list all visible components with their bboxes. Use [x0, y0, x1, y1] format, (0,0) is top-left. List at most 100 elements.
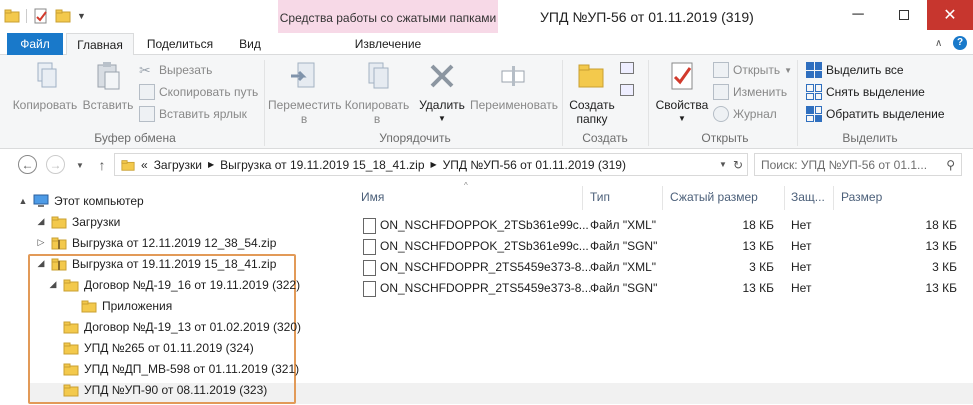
expand-arrow-icon[interactable]: ▷	[36, 237, 46, 248]
paste-shortcut-button[interactable]: Вставить ярлык	[139, 105, 247, 123]
copy-button[interactable]: Копировать	[10, 60, 80, 112]
address-dropdown-icon[interactable]: ▼	[719, 160, 727, 169]
history-button[interactable]: Журнал	[713, 105, 777, 123]
file-row[interactable]: ON_NSCHFDOPPOK_2TSb361e99c... Файл "XML" 1…	[355, 215, 973, 236]
qat-dropdown-icon[interactable]: ▼	[77, 11, 86, 21]
maximize-button[interactable]	[881, 0, 927, 30]
new-folder-button[interactable]: Создать папку	[564, 60, 620, 126]
back-button[interactable]: ←	[18, 155, 37, 174]
file-name: ON_NSCHFDOPPR_2TS5459e373-8...	[363, 281, 591, 297]
recent-locations-icon[interactable]: ▼	[70, 155, 90, 175]
copy-label: Копировать	[12, 98, 78, 112]
properties-icon[interactable]	[33, 8, 49, 24]
collapse-ribbon-icon[interactable]: ∧	[935, 38, 942, 49]
tab-extract[interactable]: Извлечение	[278, 33, 498, 56]
column-divider[interactable]	[833, 186, 834, 210]
address-overflow[interactable]: «	[141, 158, 148, 172]
copy-to-icon	[368, 62, 389, 89]
breadcrumb-zip[interactable]: Выгрузка от 19.11.2019 15_18_41.zip	[220, 158, 424, 172]
tab-file[interactable]: Файл	[7, 33, 63, 56]
invert-selection-button[interactable]: Обратить выделение	[806, 105, 945, 123]
tab-home[interactable]: Главная	[66, 33, 134, 56]
column-divider[interactable]	[582, 186, 583, 210]
tree-item[interactable]: ◢ Договор №Д-19_16 от 19.11.2019 (322)	[0, 274, 330, 295]
copy-to-label-2: в	[373, 112, 381, 126]
expand-arrow-icon[interactable]: ◢	[36, 216, 46, 227]
tree-item[interactable]: ◢ Выгрузка от 19.11.2019 15_18_41.zip	[0, 253, 330, 274]
easy-access-icon[interactable]	[620, 84, 640, 100]
folder-icon	[63, 321, 79, 333]
properties-dropdown-icon: ▼	[678, 114, 686, 123]
column-header-size[interactable]: Размер	[841, 190, 882, 204]
tree-item-label: Приложения	[102, 298, 173, 313]
file-compressed-size: 3 КБ	[749, 260, 774, 274]
tree-item-label: УПД №ДП_МВ-598 от 01.11.2019 (321)	[84, 361, 300, 376]
ribbon-separator	[264, 60, 265, 146]
column-divider[interactable]	[784, 186, 785, 210]
file-compressed-size: 18 КБ	[742, 218, 774, 232]
properties-button[interactable]: Свойства ▼	[652, 60, 712, 126]
up-button[interactable]: ↑	[92, 155, 112, 175]
breadcrumb-downloads[interactable]: Загрузки	[154, 158, 202, 172]
paste-button[interactable]: Вставить	[80, 60, 136, 112]
paste-shortcut-label: Вставить ярлык	[159, 107, 247, 121]
expand-arrow-icon[interactable]: ◢	[36, 258, 46, 269]
file-row[interactable]: ON_NSCHFDOPPOK_2TSb361e99c... Файл "SGN" 1…	[355, 236, 973, 257]
open-group-label: Открыть	[701, 131, 749, 145]
rename-button[interactable]: Переименовать	[466, 60, 562, 112]
tree-item[interactable]: УПД №УП-90 от 08.11.2019 (323)	[0, 379, 330, 400]
new-item-icon[interactable]	[620, 62, 640, 78]
move-to-button[interactable]: Переместить в	[268, 60, 342, 126]
properties-check-icon	[671, 62, 693, 90]
open-label: Открыть	[733, 63, 781, 77]
tab-view[interactable]: Вид	[230, 33, 270, 56]
edit-button[interactable]: Изменить	[713, 83, 787, 101]
tree-item[interactable]: Договор №Д-19_13 от 01.02.2019 (320)	[0, 316, 330, 337]
folder-icon	[63, 363, 79, 375]
new-folder-icon	[578, 64, 604, 88]
column-header-compressed-size[interactable]: Сжатый размер	[670, 190, 758, 204]
tree-item[interactable]: УПД №265 от 01.11.2019 (324)	[0, 337, 330, 358]
file-protected: Нет	[791, 260, 812, 274]
file-icon	[363, 260, 376, 276]
select-none-label: Снять выделение	[826, 85, 925, 99]
tree-item[interactable]: УПД №ДП_МВ-598 от 01.11.2019 (321)	[0, 358, 330, 379]
copy-to-button[interactable]: Копировать в	[342, 60, 412, 126]
tab-share[interactable]: Поделиться	[140, 33, 220, 56]
breadcrumb-current[interactable]: УПД №УП-56 от 01.11.2019 (319)	[443, 158, 626, 172]
tree-item-label: Выгрузка от 19.11.2019 15_18_41.zip	[72, 256, 277, 271]
tree-item[interactable]: ◢ Загрузки	[0, 211, 330, 232]
tree-item-label: Выгрузка от 12.11.2019 12_38_54.zip	[72, 235, 277, 250]
forward-button[interactable]: →	[46, 155, 65, 174]
minimize-button[interactable]: ─	[835, 0, 881, 30]
refresh-icon[interactable]: ↻	[733, 158, 747, 172]
tree-item[interactable]: ▲ Этот компьютер	[0, 190, 330, 211]
expand-arrow-icon[interactable]: ▲	[18, 196, 28, 206]
sort-ascending-icon: ^	[464, 181, 468, 190]
column-header-name[interactable]: Имя	[361, 190, 384, 204]
new-folder-icon[interactable]	[55, 8, 71, 24]
file-row[interactable]: ON_NSCHFDOPPR_2TS5459e373-8... Файл "SGN"…	[355, 278, 973, 299]
copy-path-button[interactable]: Скопировать путь	[139, 83, 258, 101]
column-header-type[interactable]: Тип	[590, 190, 610, 204]
search-input[interactable]: Поиск: УПД №УП-56 от 01.1... ⚲	[754, 153, 962, 176]
address-box[interactable]: « Загрузки ▶ Выгрузка от 19.11.2019 15_1…	[114, 153, 748, 176]
file-row[interactable]: ON_NSCHFDOPPR_2TS5459e373-8... Файл "XML"…	[355, 257, 973, 278]
select-none-button[interactable]: Снять выделение	[806, 83, 925, 101]
search-icon[interactable]: ⚲	[946, 158, 961, 172]
close-button[interactable]: ✕	[927, 0, 973, 30]
help-icon[interactable]: ?	[953, 36, 967, 50]
cut-button[interactable]: ✂ Вырезать	[139, 61, 212, 79]
select-all-button[interactable]: Выделить все	[806, 61, 904, 79]
open-button[interactable]: Открыть ▼	[713, 61, 792, 79]
column-header-protected[interactable]: Защ...	[791, 190, 825, 204]
tree-item[interactable]: Приложения	[0, 295, 330, 316]
expand-arrow-icon[interactable]: ◢	[48, 279, 58, 290]
delete-button[interactable]: Удалить ▼	[416, 60, 468, 126]
navigation-tree: ▲ Этот компьютер ◢ Загрузки ▷ Выгрузка от 12.…	[0, 190, 330, 400]
tree-item-label: Этот компьютер	[54, 193, 144, 208]
tree-item[interactable]: ▷ Выгрузка от 12.11.2019 12_38_54.zip	[0, 232, 330, 253]
column-divider[interactable]	[662, 186, 663, 210]
zip-folder-icon	[51, 237, 67, 249]
folder-icon	[63, 279, 79, 291]
